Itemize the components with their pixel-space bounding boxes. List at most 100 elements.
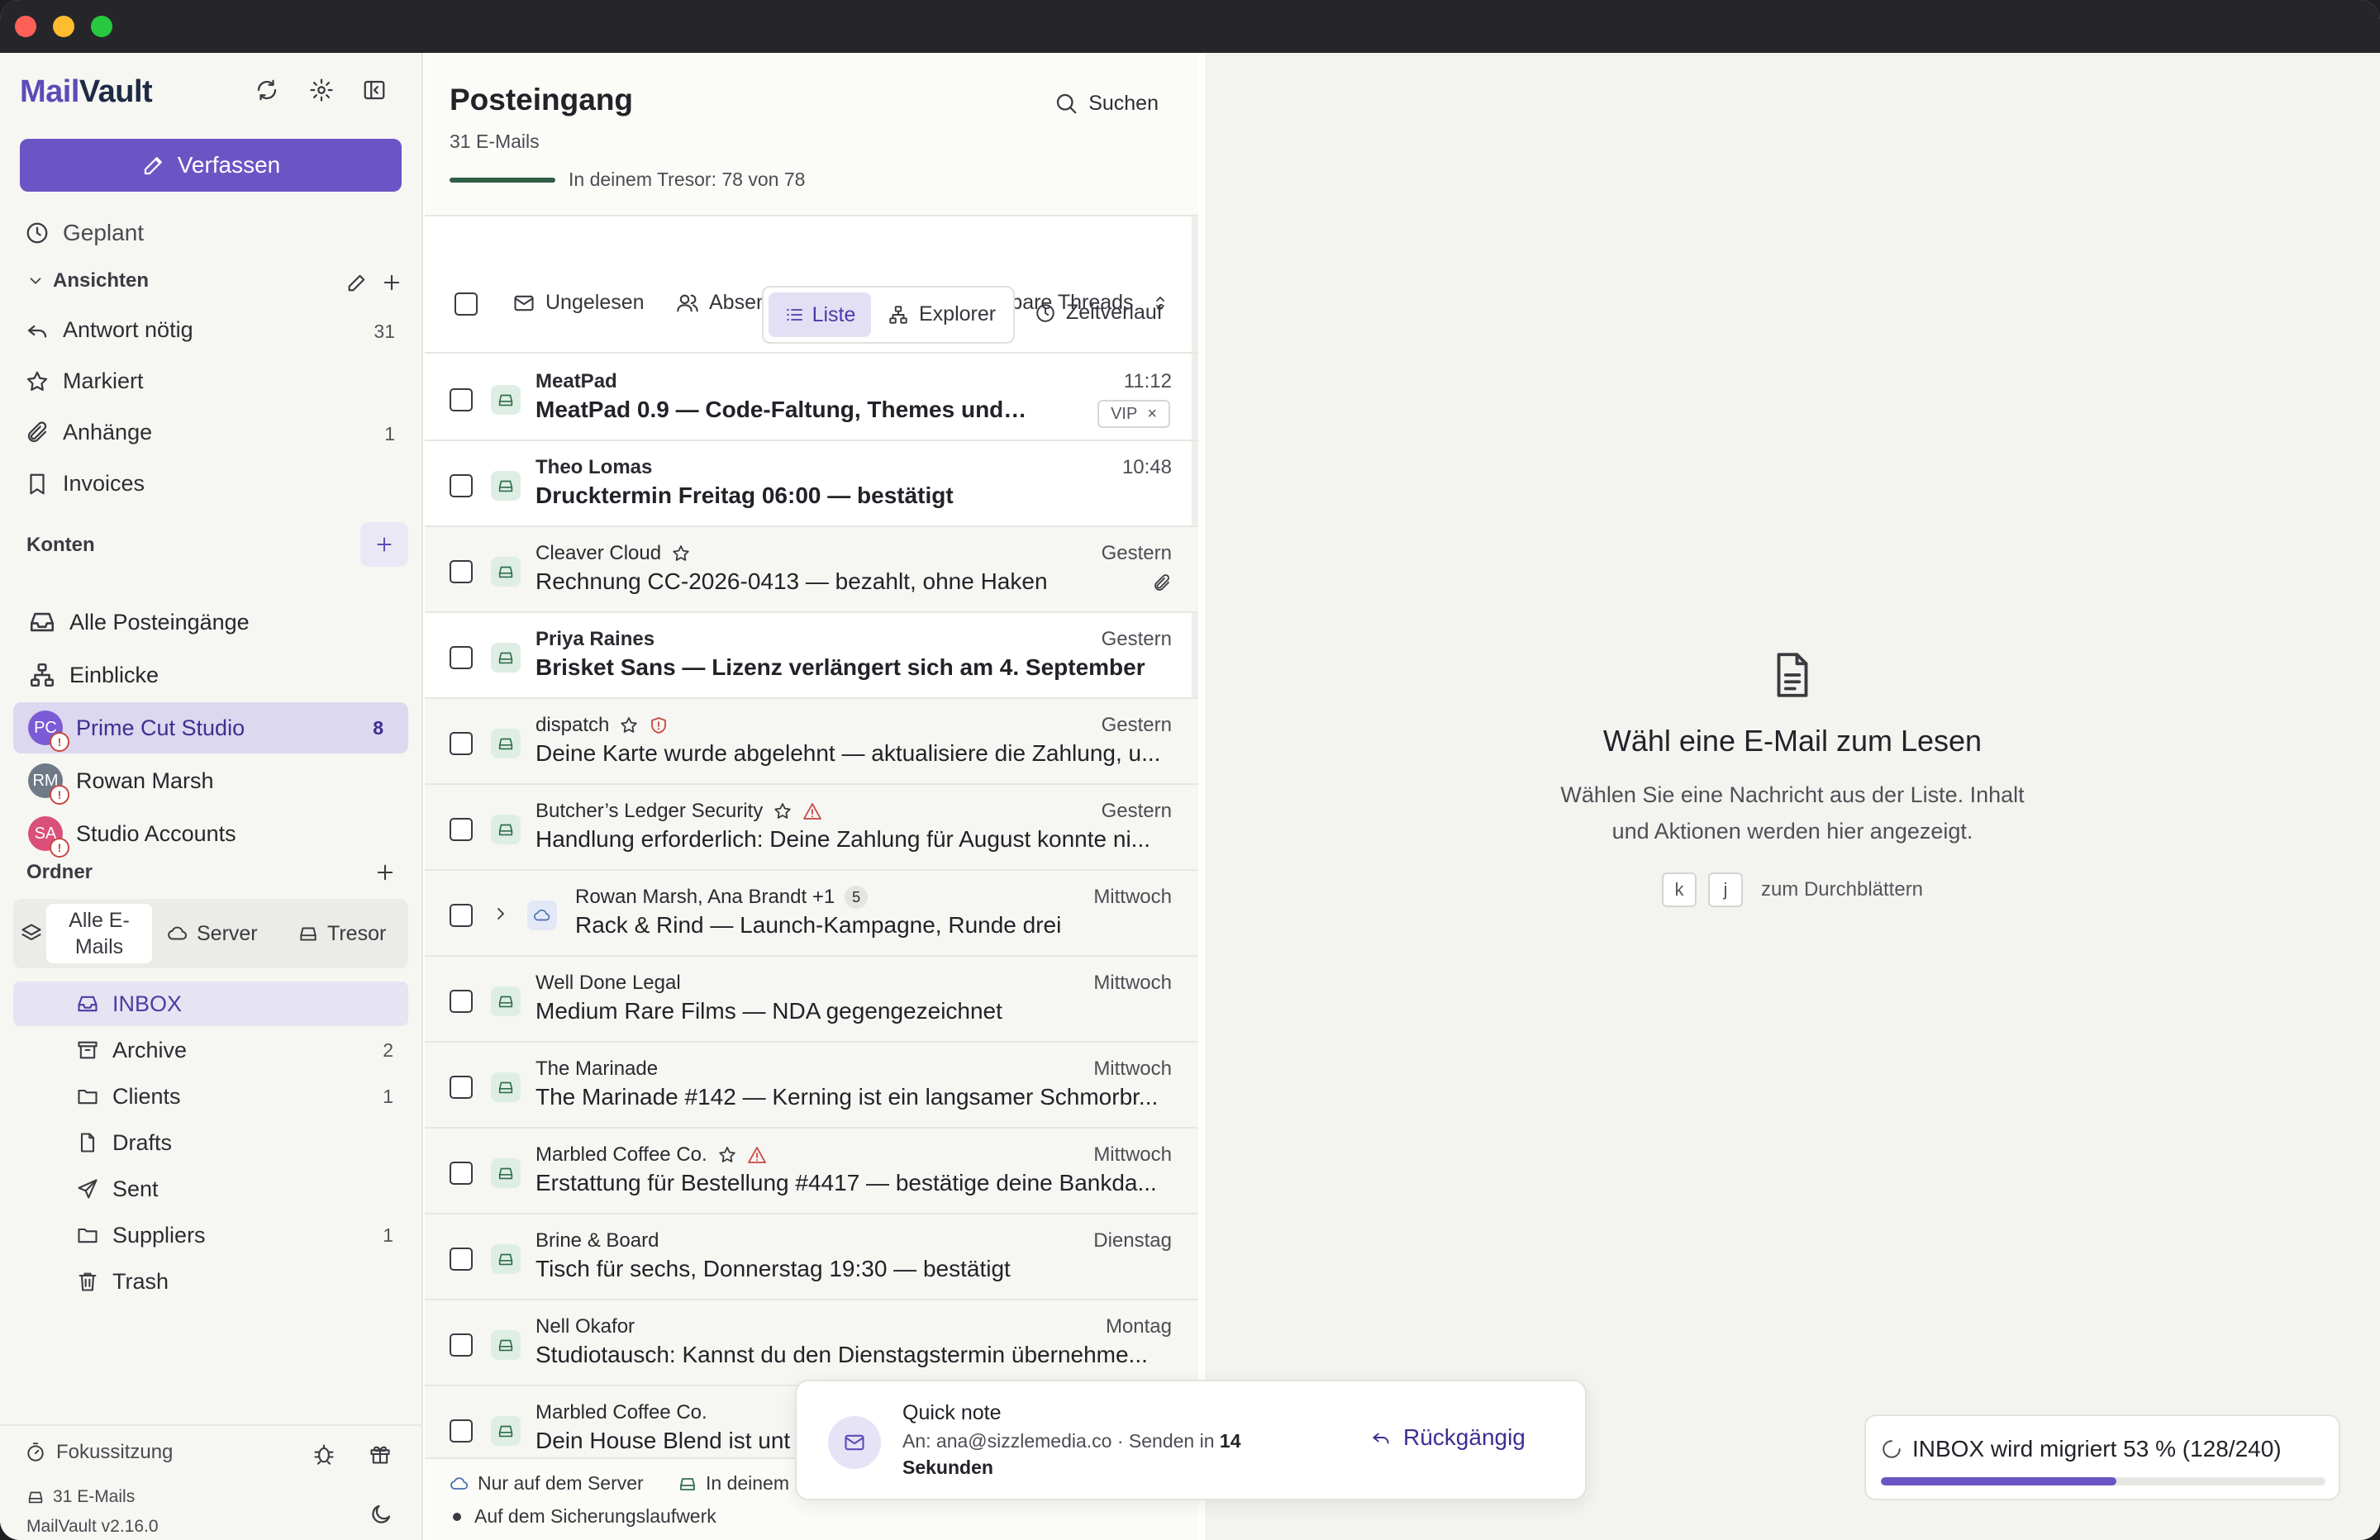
- row-time: 11:12: [1123, 370, 1172, 392]
- row-time: Gestern: [1101, 800, 1172, 822]
- row-checkbox[interactable]: [450, 646, 473, 669]
- toast-avatar: [828, 1416, 881, 1469]
- folder-drafts[interactable]: Drafts: [13, 1120, 408, 1165]
- row-checkbox[interactable]: [450, 474, 473, 497]
- message-row[interactable]: The Marinade Mittwoch The Marinade #142 …: [425, 1043, 1198, 1129]
- compose-button[interactable]: Verfassen: [20, 139, 402, 192]
- migration-progress-track: [1881, 1477, 2325, 1485]
- row-checkbox[interactable]: [450, 1419, 473, 1443]
- vault-badge: [491, 1244, 521, 1274]
- row-checkbox[interactable]: [450, 1333, 473, 1357]
- mail-count: 31 E-Mails: [450, 131, 540, 152]
- message-row[interactable]: MeatPad 11:12 MeatPad 0.9 — Code-Faltung…: [425, 355, 1198, 441]
- account-studio-accounts[interactable]: SA! Studio Accounts: [13, 808, 408, 859]
- row-checkbox[interactable]: [450, 732, 473, 755]
- select-all-checkbox[interactable]: [455, 292, 478, 316]
- minimize-window-button[interactable]: [53, 16, 74, 37]
- message-row[interactable]: Well Done Legal Mittwoch Medium Rare Fil…: [425, 957, 1198, 1043]
- row-sender: Marbled Coffee Co.: [536, 1143, 767, 1167]
- folder-icon: [78, 1089, 98, 1105]
- star-button[interactable]: [717, 1145, 737, 1165]
- sidebar-item-flagged[interactable]: Markiert: [25, 368, 144, 394]
- attachments-count: 1: [384, 423, 395, 444]
- folder-archive[interactable]: Archive 2: [13, 1028, 408, 1072]
- sidebar-footer: Fokussitzung 31 E-Mails MailVault v2.16.…: [0, 1424, 423, 1540]
- sync-button[interactable]: [255, 78, 279, 102]
- focus-session-button[interactable]: Fokussitzung: [25, 1441, 173, 1464]
- paperclip-icon: [27, 421, 47, 442]
- folder-inbox[interactable]: INBOX: [13, 982, 408, 1026]
- folder-sent[interactable]: Sent: [13, 1167, 408, 1211]
- star-button[interactable]: [773, 801, 793, 821]
- row-time: 10:48: [1121, 456, 1172, 478]
- folder-filter-vault[interactable]: Tresor: [298, 899, 386, 968]
- drive-icon: [28, 1491, 43, 1504]
- close-window-button[interactable]: [15, 16, 36, 37]
- expand-thread-button[interactable]: [491, 904, 511, 924]
- add-view-button[interactable]: [380, 271, 403, 294]
- message-row[interactable]: Brine & Board Dienstag Tisch für sechs, …: [425, 1214, 1198, 1300]
- message-row[interactable]: Nell Okafor Montag Studiotausch: Kannst …: [425, 1300, 1198, 1386]
- add-account-button[interactable]: [360, 522, 408, 567]
- dark-mode-toggle[interactable]: [369, 1502, 393, 1527]
- search-button[interactable]: Suchen: [1054, 91, 1159, 116]
- folder-trash[interactable]: Trash: [13, 1259, 408, 1304]
- sidebar-item-reply-needed[interactable]: Antwort nötig: [25, 317, 193, 343]
- views-section-toggle[interactable]: Ansichten: [26, 269, 149, 292]
- vault-progress-bar: [450, 178, 555, 183]
- row-subject: Rack & Rind — Launch-Kampagne, Runde dre…: [575, 912, 1062, 938]
- legend-in-vault: In deinem: [678, 1472, 789, 1495]
- folder-clients[interactable]: Clients 1: [13, 1074, 408, 1119]
- row-checkbox[interactable]: [450, 1248, 473, 1271]
- settings-button[interactable]: [309, 78, 334, 102]
- clock-icon: [26, 222, 48, 244]
- view-timeline-button[interactable]: Zeitverlauf: [1035, 301, 1163, 325]
- sidebar-item-attachments[interactable]: Anhänge: [25, 420, 152, 445]
- message-row[interactable]: Butcher’s Ledger Security Gestern Handlu…: [425, 785, 1198, 871]
- row-checkbox[interactable]: [450, 1162, 473, 1185]
- sidebar-item-scheduled[interactable]: Geplant: [25, 220, 144, 246]
- row-checkbox[interactable]: [450, 818, 473, 841]
- row-checkbox[interactable]: [450, 560, 473, 583]
- account-insights[interactable]: Einblicke: [13, 649, 408, 701]
- sidebar-item-invoices[interactable]: Invoices: [25, 471, 145, 497]
- sidebar-item-label: Geplant: [63, 220, 145, 245]
- row-checkbox[interactable]: [450, 904, 473, 927]
- message-row[interactable]: Rowan Marsh, Ana Brandt +1 5 Mittwoch Rac…: [425, 871, 1198, 957]
- message-row[interactable]: Marbled Coffee Co. Mittwoch Erstattung f…: [425, 1129, 1198, 1214]
- drive-icon: [498, 1425, 513, 1438]
- sidebar-item-label: Anhänge: [63, 420, 153, 444]
- message-row[interactable]: Theo Lomas 10:48 Drucktermin Freitag 06:…: [425, 441, 1198, 527]
- report-bug-button[interactable]: [312, 1443, 336, 1466]
- add-folder-button[interactable]: [374, 861, 397, 884]
- star-button[interactable]: [671, 544, 691, 563]
- account-all-inboxes[interactable]: Alle Posteingänge: [13, 597, 408, 648]
- row-checkbox[interactable]: [450, 1076, 473, 1099]
- folder-label: Archive: [112, 1037, 188, 1062]
- row-checkbox[interactable]: [450, 990, 473, 1013]
- drive-icon: [498, 566, 513, 578]
- message-row[interactable]: dispatch Gestern Deine Karte wurde abgel…: [425, 699, 1198, 785]
- row-time: Mittwoch: [1093, 1143, 1172, 1166]
- collapse-sidebar-button[interactable]: [362, 78, 387, 102]
- account-prime-cut-studio[interactable]: PC! Prime Cut Studio 8: [13, 702, 408, 753]
- view-list-button[interactable]: Liste: [769, 292, 871, 337]
- folder-filter-all[interactable]: Alle E-Mails: [46, 904, 152, 963]
- view-explorer-button[interactable]: Explorer: [888, 302, 996, 326]
- account-rowan-marsh[interactable]: RM! Rowan Marsh: [13, 755, 408, 806]
- maximize-window-button[interactable]: [91, 16, 112, 37]
- vip-tag[interactable]: VIP ×: [1097, 400, 1170, 428]
- undo-send-button[interactable]: Rückgängig: [1370, 1424, 1526, 1451]
- row-checkbox[interactable]: [450, 388, 473, 411]
- star-button[interactable]: [619, 715, 639, 735]
- filter-unread-button[interactable]: Ungelesen: [512, 291, 645, 315]
- remove-tag-icon[interactable]: ×: [1147, 405, 1157, 424]
- warning-icon: [803, 803, 822, 820]
- message-row[interactable]: Cleaver Cloud Gestern Rechnung CC-2026-0…: [425, 527, 1198, 613]
- edit-views-button[interactable]: [345, 271, 369, 294]
- folder-filter-server[interactable]: Server: [167, 899, 258, 968]
- whats-new-button[interactable]: [369, 1443, 392, 1466]
- message-row[interactable]: Priya Raines Gestern Brisket Sans — Lize…: [425, 613, 1198, 699]
- row-sender: Brine & Board: [536, 1229, 659, 1252]
- folder-suppliers[interactable]: Suppliers 1: [13, 1213, 408, 1257]
